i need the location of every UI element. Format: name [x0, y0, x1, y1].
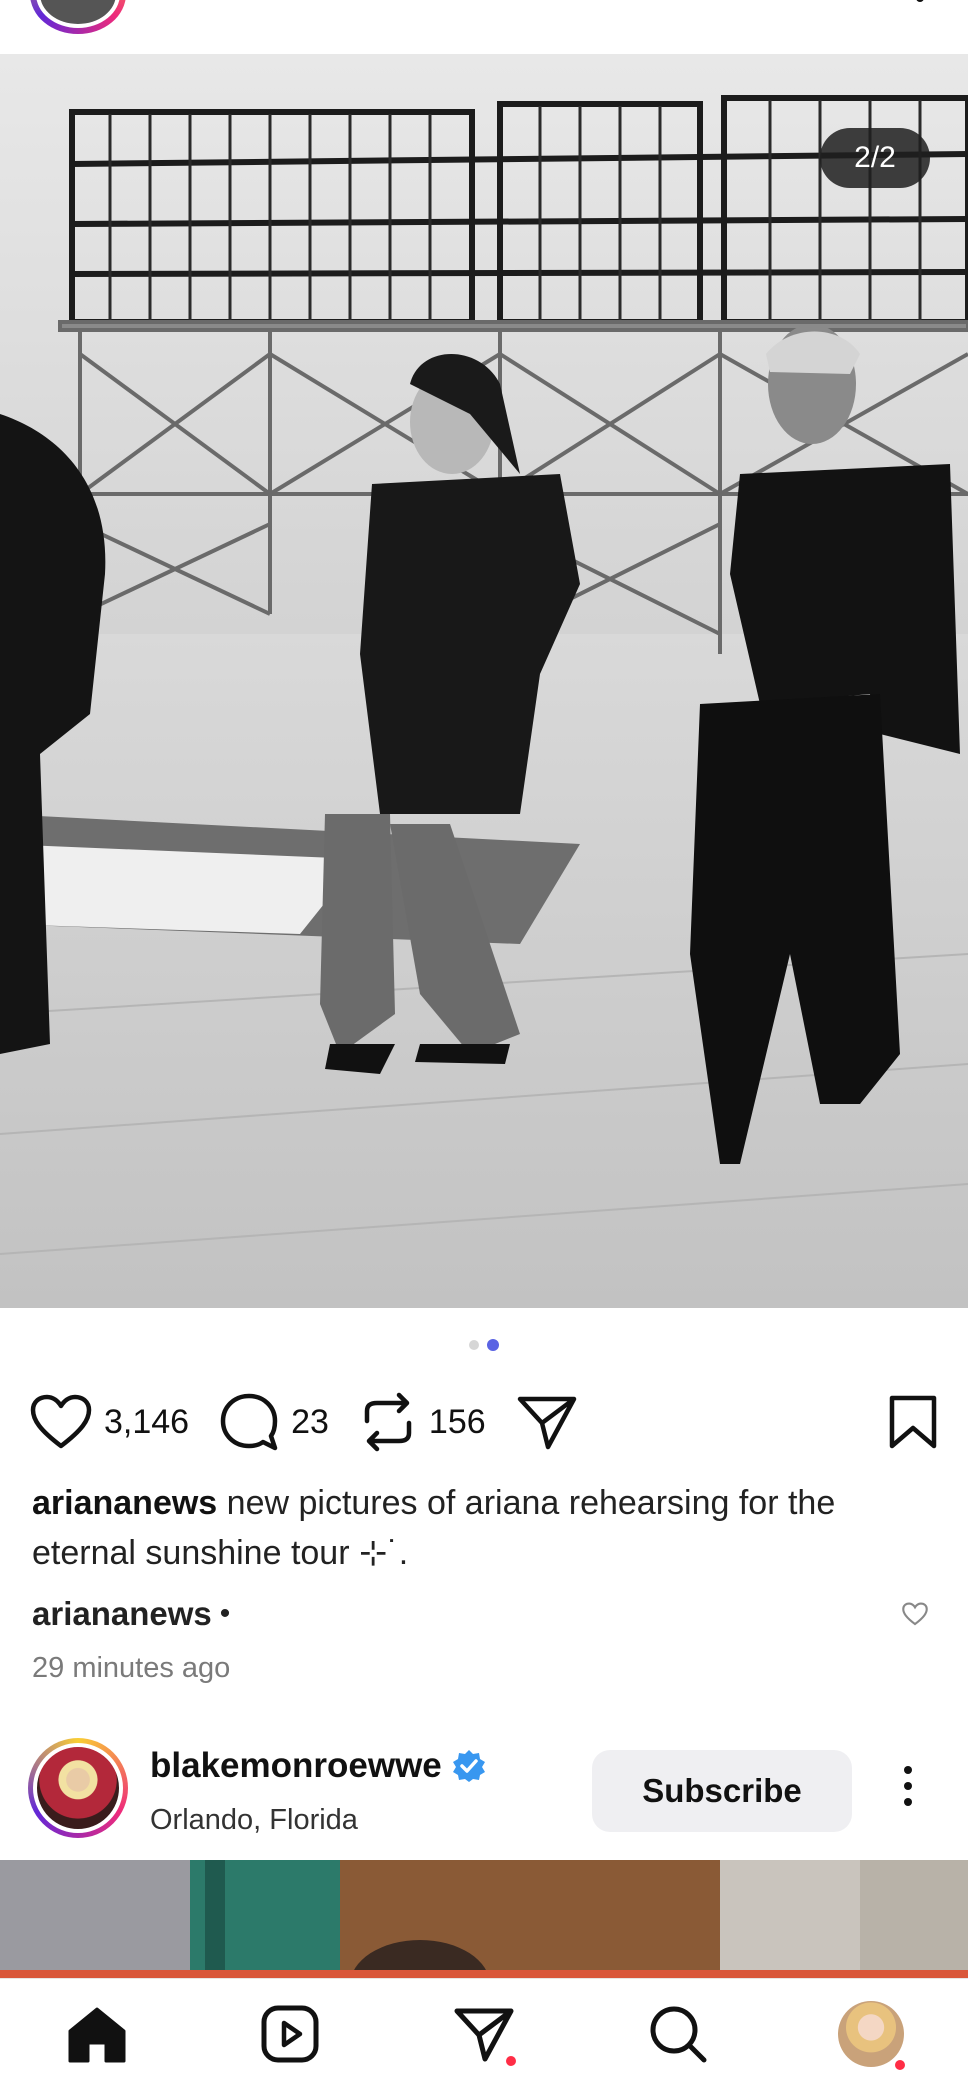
- reply-row: ariananews •: [32, 1590, 928, 1638]
- repost-icon[interactable]: [359, 1391, 417, 1453]
- profile-avatar[interactable]: [838, 2000, 905, 2067]
- post-timestamp: 29 minutes ago: [32, 1652, 231, 1684]
- post-caption: ariananews new pictures of ariana rehear…: [32, 1478, 928, 1578]
- caption-username[interactable]: ariananews: [32, 1484, 217, 1522]
- carousel-dot-active: [487, 1339, 499, 1351]
- carousel-dot: [469, 1340, 479, 1350]
- bookmark-icon[interactable]: [888, 1394, 938, 1450]
- nav-reels[interactable]: [250, 1994, 330, 2074]
- send-icon[interactable]: [453, 2005, 515, 2063]
- bottom-navigation: [0, 1978, 968, 2088]
- home-icon[interactable]: [66, 2005, 128, 2063]
- repost-count: 156: [428, 1402, 486, 1441]
- comment-action[interactable]: 23: [219, 1392, 329, 1452]
- more-options-icon[interactable]: [916, 0, 924, 2]
- reels-icon[interactable]: [260, 2004, 320, 2064]
- next-post-avatar[interactable]: [28, 1738, 128, 1838]
- post-actions: 3,146 23 156: [30, 1386, 938, 1458]
- comment-icon[interactable]: [219, 1392, 279, 1452]
- nav-profile[interactable]: [831, 1994, 911, 2074]
- next-post-photo[interactable]: [0, 1860, 968, 1980]
- verified-badge-icon: [452, 1750, 485, 1782]
- subscribe-button[interactable]: Subscribe: [592, 1750, 852, 1832]
- carousel-indicator: [0, 1339, 968, 1351]
- like-action[interactable]: 3,146: [30, 1394, 189, 1450]
- search-icon[interactable]: [648, 2004, 708, 2064]
- nav-search[interactable]: [638, 1994, 718, 2074]
- comment-count: 23: [291, 1402, 329, 1441]
- carousel-counter: 2/2: [820, 128, 930, 188]
- small-heart-icon[interactable]: [902, 1602, 928, 1626]
- send-icon[interactable]: [516, 1393, 578, 1451]
- share-action[interactable]: [516, 1393, 578, 1451]
- prev-post-avatar[interactable]: [30, 0, 126, 34]
- next-post-header: blakemonroewwe Orlando, Florida Subscrib…: [0, 1724, 968, 1860]
- nav-home[interactable]: [57, 1994, 137, 2074]
- next-post-location[interactable]: Orlando, Florida: [150, 1804, 358, 1837]
- reply-username[interactable]: ariananews: [32, 1595, 212, 1633]
- post-photo[interactable]: 2/2: [0, 54, 968, 1308]
- repost-action[interactable]: 156: [359, 1391, 486, 1453]
- nav-messages[interactable]: [444, 1994, 524, 2074]
- heart-icon[interactable]: [30, 1394, 92, 1450]
- notification-badge: [893, 2057, 908, 2072]
- more-options-icon[interactable]: [898, 1766, 918, 1816]
- reply-bullet: •: [219, 1597, 231, 1630]
- like-count: 3,146: [104, 1402, 190, 1441]
- notification-badge: [503, 2053, 518, 2068]
- prev-post-header: [0, 0, 968, 54]
- next-post-username[interactable]: blakemonroewwe: [150, 1746, 442, 1786]
